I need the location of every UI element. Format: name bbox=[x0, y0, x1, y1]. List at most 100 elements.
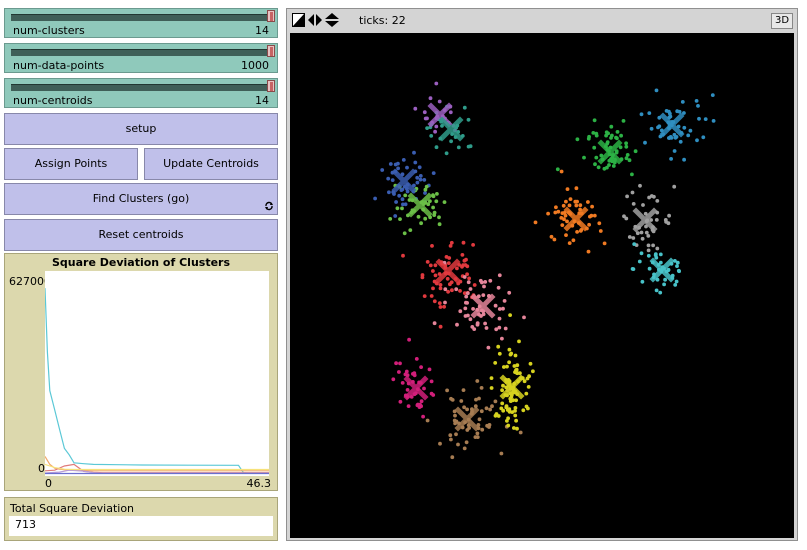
data-point bbox=[673, 283, 678, 287]
data-point bbox=[638, 183, 642, 188]
data-point bbox=[433, 263, 438, 268]
slider-value: 1000 bbox=[241, 59, 269, 72]
data-point bbox=[482, 284, 486, 289]
data-point bbox=[647, 266, 652, 271]
data-point bbox=[401, 158, 406, 162]
data-point bbox=[429, 379, 434, 384]
data-point bbox=[555, 167, 560, 172]
update-centroids-button[interactable]: Update Centroids bbox=[144, 148, 278, 180]
data-point bbox=[432, 321, 437, 326]
data-point bbox=[497, 351, 502, 356]
data-point bbox=[474, 397, 478, 402]
data-point bbox=[501, 408, 506, 413]
data-point bbox=[461, 240, 466, 245]
data-point bbox=[418, 174, 423, 178]
data-point bbox=[710, 93, 715, 97]
data-point bbox=[493, 399, 498, 404]
data-point bbox=[393, 214, 398, 218]
plot-square-deviation: Square Deviation of Clusters 627000 0 0 … bbox=[4, 253, 278, 491]
data-point bbox=[686, 133, 691, 138]
slider-value: 14 bbox=[255, 94, 269, 107]
data-point bbox=[455, 266, 459, 271]
left-right-arrows-icon[interactable] bbox=[308, 14, 322, 26]
data-point bbox=[475, 431, 480, 436]
data-point bbox=[464, 440, 469, 445]
data-point bbox=[524, 404, 529, 409]
data-point bbox=[522, 315, 526, 320]
data-point bbox=[460, 253, 465, 257]
data-point bbox=[423, 216, 428, 221]
data-point bbox=[630, 190, 635, 195]
slider-num-clusters[interactable]: num-clusters 14 bbox=[4, 8, 278, 38]
assign-points-button[interactable]: Assign Points bbox=[4, 148, 138, 180]
slider-track[interactable] bbox=[11, 14, 271, 21]
data-point bbox=[484, 406, 489, 411]
up-down-arrows-icon[interactable] bbox=[325, 13, 339, 27]
data-point bbox=[611, 164, 616, 168]
monitor-value: 713 bbox=[9, 516, 273, 536]
slider-num-centroids[interactable]: num-centroids 14 bbox=[4, 78, 278, 108]
data-point bbox=[640, 279, 645, 284]
data-point bbox=[421, 414, 425, 419]
data-point bbox=[624, 156, 629, 161]
data-point bbox=[559, 216, 564, 220]
data-point bbox=[501, 306, 505, 311]
data-point bbox=[508, 399, 513, 403]
data-point bbox=[442, 304, 446, 309]
data-point bbox=[667, 213, 671, 218]
data-point bbox=[445, 388, 449, 393]
data-point bbox=[431, 269, 435, 273]
data-point bbox=[667, 136, 671, 140]
world-toolbar: ticks: 22 3D bbox=[287, 9, 797, 33]
find-clusters-button[interactable]: Find Clusters (go) bbox=[4, 183, 278, 215]
data-point bbox=[449, 280, 454, 285]
zoom-icon[interactable] bbox=[292, 13, 305, 27]
data-point bbox=[415, 180, 420, 185]
slider-track[interactable] bbox=[11, 49, 271, 56]
data-point bbox=[465, 291, 470, 296]
data-point bbox=[637, 259, 642, 264]
data-point bbox=[417, 165, 422, 170]
slider-thumb[interactable] bbox=[267, 80, 275, 92]
data-point bbox=[639, 230, 644, 235]
data-point bbox=[423, 116, 428, 121]
data-point bbox=[502, 299, 507, 303]
data-point bbox=[488, 407, 492, 412]
data-point bbox=[462, 105, 467, 110]
3d-view-button[interactable]: 3D bbox=[771, 13, 793, 29]
data-point bbox=[447, 256, 452, 260]
data-point bbox=[643, 140, 647, 145]
data-point bbox=[465, 301, 469, 305]
data-point bbox=[468, 287, 473, 291]
data-point bbox=[419, 399, 424, 404]
data-point bbox=[662, 282, 666, 287]
data-point bbox=[405, 388, 410, 392]
reset-centroids-button[interactable]: Reset centroids bbox=[4, 219, 278, 251]
data-point bbox=[465, 264, 470, 269]
data-point bbox=[442, 200, 447, 205]
slider-num-data-points[interactable]: num-data-points 1000 bbox=[4, 43, 278, 73]
data-point bbox=[501, 383, 505, 388]
data-point bbox=[422, 178, 427, 182]
plot-ymin-label: 0 bbox=[38, 462, 45, 475]
data-point bbox=[466, 280, 471, 285]
slider-track[interactable] bbox=[11, 84, 271, 91]
data-point bbox=[507, 360, 511, 365]
slider-thumb[interactable] bbox=[267, 10, 275, 22]
data-point bbox=[412, 373, 417, 378]
data-point bbox=[598, 229, 603, 233]
ticks-counter: ticks: 22 bbox=[359, 14, 406, 27]
data-point bbox=[658, 290, 663, 295]
data-point bbox=[624, 144, 629, 149]
data-point bbox=[423, 191, 427, 195]
slider-thumb[interactable] bbox=[267, 45, 275, 57]
setup-button[interactable]: setup bbox=[4, 113, 278, 145]
data-point bbox=[528, 361, 533, 366]
data-point bbox=[434, 145, 439, 150]
data-point bbox=[437, 99, 442, 104]
world-canvas[interactable] bbox=[290, 33, 794, 538]
data-point bbox=[554, 205, 558, 210]
data-point bbox=[484, 326, 489, 330]
data-point bbox=[448, 433, 453, 438]
plot-title: Square Deviation of Clusters bbox=[51, 256, 231, 269]
